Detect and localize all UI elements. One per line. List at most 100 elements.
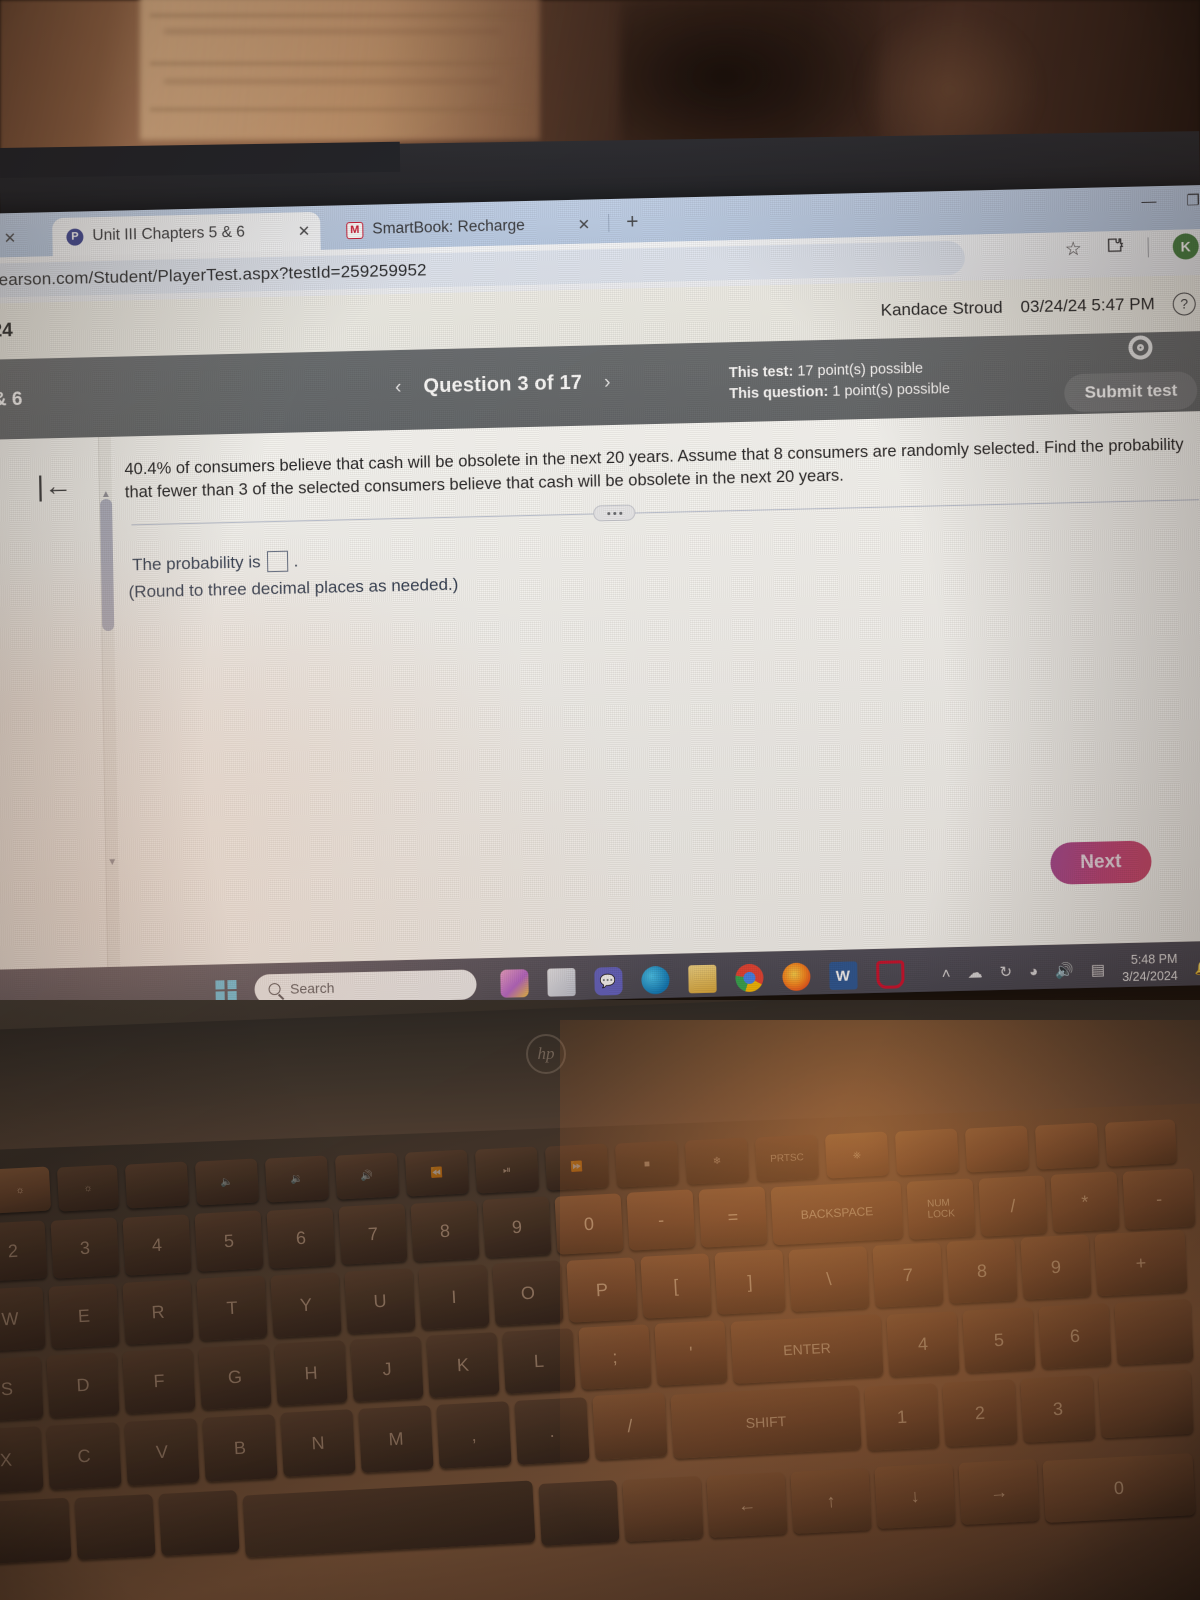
key-ctrl[interactable] [0, 1497, 72, 1565]
key-T[interactable]: T [196, 1275, 268, 1341]
key-numpad-1[interactable]: 1 [864, 1383, 940, 1451]
key-D[interactable]: D [46, 1352, 120, 1418]
key-L[interactable]: L [502, 1328, 576, 1394]
key-fn-7[interactable]: ⏪ [404, 1149, 470, 1197]
key-numpad-minus[interactable]: - [1122, 1168, 1196, 1230]
key-equals[interactable]: = [698, 1186, 768, 1248]
new-tab-button[interactable]: + [626, 210, 639, 234]
key-period[interactable]: . [514, 1397, 590, 1465]
key-comma[interactable]: , [436, 1401, 512, 1469]
chrome-icon[interactable] [734, 963, 764, 993]
next-question-button[interactable]: › [604, 372, 611, 394]
key-numpad-7[interactable]: 7 [872, 1242, 944, 1308]
minimize-button[interactable]: — [1141, 193, 1156, 210]
key-E[interactable]: E [48, 1283, 120, 1349]
key-numpad-slash[interactable]: / [978, 1175, 1048, 1237]
key-3[interactable]: 3 [50, 1217, 120, 1279]
key-numpad-enter[interactable] [1098, 1369, 1194, 1439]
key-enter[interactable]: ENTER [730, 1314, 884, 1384]
key-fn-10[interactable]: ■ [614, 1140, 680, 1188]
key-O[interactable]: O [492, 1260, 564, 1326]
key-W[interactable]: W [0, 1286, 46, 1352]
key-Y[interactable]: Y [270, 1272, 342, 1338]
key-numpad-0[interactable]: 0 [1042, 1453, 1196, 1523]
key-numpad-5[interactable]: 5 [962, 1307, 1036, 1373]
key-numlock[interactable]: NUM LOCK [906, 1178, 976, 1240]
key-R[interactable]: R [122, 1279, 194, 1345]
key-fn-3[interactable] [124, 1161, 190, 1209]
key-space[interactable] [242, 1480, 536, 1558]
key-alt-right[interactable] [538, 1480, 620, 1546]
answer-input[interactable] [266, 550, 288, 573]
key-numpad-plus2[interactable] [1114, 1299, 1194, 1365]
key-X[interactable]: X [0, 1426, 44, 1494]
key-power[interactable]: ⎈ [824, 1131, 890, 1179]
edge-icon[interactable] [640, 965, 670, 995]
paint-icon[interactable] [499, 969, 529, 998]
browser-tab-3[interactable]: M SmartBook: Recharge ✕ [332, 205, 601, 249]
scrollbar-thumb[interactable] [99, 498, 115, 632]
key-N[interactable]: N [280, 1409, 356, 1477]
key-fn-17[interactable] [1104, 1119, 1178, 1167]
tray-hidden-icon[interactable]: ☁ [967, 963, 982, 981]
key-B[interactable]: B [202, 1414, 278, 1482]
key-5[interactable]: 5 [194, 1210, 264, 1272]
key-I[interactable]: I [418, 1264, 490, 1330]
key-V[interactable]: V [124, 1418, 200, 1486]
key-9[interactable]: 9 [482, 1196, 552, 1258]
key-numpad-plus[interactable]: + [1094, 1229, 1188, 1297]
mcafee-icon[interactable] [875, 960, 905, 989]
key-C[interactable]: C [46, 1422, 122, 1490]
key-6[interactable]: 6 [266, 1207, 336, 1269]
key-P[interactable]: P [566, 1257, 638, 1323]
settings-button[interactable] [1128, 335, 1153, 360]
key-H[interactable]: H [274, 1340, 348, 1406]
key-4[interactable]: 4 [122, 1214, 192, 1276]
browser-tab-1[interactable]: ork - M ✕ [0, 218, 51, 259]
key-alt[interactable] [158, 1490, 240, 1556]
scroll-down-arrow[interactable]: ▼ [107, 857, 117, 868]
key-bracket-left[interactable]: [ [640, 1253, 712, 1319]
word-icon[interactable]: W [828, 961, 858, 991]
maximize-button[interactable]: ❐ [1186, 192, 1200, 209]
tab-close-icon[interactable]: ✕ [578, 215, 591, 233]
key-slash[interactable]: / [592, 1392, 668, 1460]
key-fn-14[interactable] [894, 1128, 960, 1176]
expand-details-button[interactable] [593, 504, 636, 522]
firefox-icon[interactable] [781, 962, 811, 992]
volume-icon[interactable]: 🔊 [1055, 961, 1074, 979]
key-numpad-8[interactable]: 8 [946, 1238, 1018, 1304]
key-numpad-2[interactable]: 2 [942, 1379, 1018, 1447]
extensions-puzzle-icon[interactable] [1106, 236, 1124, 260]
wifi-icon[interactable]: ◕ [1029, 963, 1038, 980]
key-numpad-4[interactable]: 4 [886, 1311, 960, 1377]
teams-icon[interactable]: 💬 [593, 966, 623, 996]
key-fn-6[interactable]: 🔊 [334, 1152, 400, 1200]
onedrive-sync-icon[interactable]: ↻ [999, 963, 1012, 981]
key-fn-11[interactable]: ❄ [684, 1137, 750, 1185]
key-K[interactable]: K [426, 1332, 500, 1398]
battery-icon[interactable]: ▤ [1091, 961, 1105, 979]
key-arrow-up[interactable]: ↑ [790, 1468, 872, 1534]
key-fn-1[interactable]: ☼ [0, 1166, 52, 1214]
key-semicolon[interactable]: ; [578, 1324, 652, 1390]
key-bracket-right[interactable]: ] [714, 1249, 786, 1315]
back-to-start-icon[interactable]: |← [36, 470, 72, 503]
key-fn-8[interactable]: ⏯ [474, 1146, 540, 1194]
key-backspace[interactable]: BACKSPACE [770, 1180, 904, 1246]
help-icon[interactable]: ? [1172, 291, 1196, 316]
key-numpad-3[interactable]: 3 [1020, 1375, 1096, 1443]
key-fn-9[interactable]: ⏩ [544, 1143, 610, 1191]
next-button[interactable]: Next [1049, 840, 1152, 885]
tray-overflow-icon[interactable]: ˄ [942, 965, 951, 982]
key-8[interactable]: 8 [410, 1200, 480, 1262]
key-numpad-star[interactable]: * [1050, 1171, 1120, 1233]
key-S[interactable]: S [0, 1356, 44, 1422]
key-arrow-right[interactable]: → [958, 1459, 1040, 1525]
key-win[interactable] [74, 1494, 156, 1560]
key-arrow-down[interactable]: ↓ [874, 1463, 956, 1529]
bookmark-star-icon[interactable]: ☆ [1065, 237, 1082, 260]
key-2[interactable]: 2 [0, 1220, 48, 1282]
key-fn-12[interactable]: PRTSC [754, 1134, 820, 1182]
key-fn-4[interactable]: 🔈 [194, 1158, 260, 1206]
